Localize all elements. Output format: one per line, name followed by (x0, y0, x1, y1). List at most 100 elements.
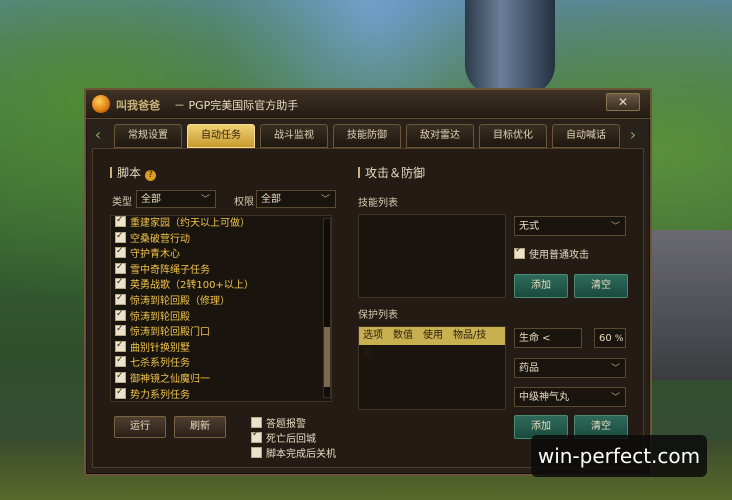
tab-combat-monitor[interactable]: 战斗监视 (260, 124, 328, 148)
skill-select[interactable]: 无式 ﹀ (514, 216, 626, 236)
checkbox[interactable] (115, 338, 126, 353)
list-item[interactable]: 惊涛到轮回殿 (111, 307, 331, 326)
chevron-down-icon: ﹀ (610, 222, 620, 232)
app-logo-icon (92, 95, 110, 113)
scrollbar-thumb[interactable] (324, 327, 330, 387)
checkbox[interactable] (115, 244, 126, 260)
tab-skill-defense[interactable]: 技能防御 (333, 124, 401, 148)
script-section-title: 脚本? (110, 164, 157, 181)
checkbox[interactable] (251, 417, 262, 428)
option-label: 答题报警 (266, 419, 306, 430)
use-normal-attack-option[interactable]: 使用普通攻击 (514, 245, 589, 261)
brand-name: 叫我爸爸 (116, 99, 160, 112)
checkbox[interactable] (115, 385, 126, 400)
chevron-down-icon: ﹀ (320, 195, 330, 205)
checkbox[interactable] (115, 291, 126, 307)
chevron-down-icon: ﹀ (200, 195, 210, 205)
type-select[interactable]: 全部 ﹀ (136, 190, 216, 208)
skill-list[interactable] (358, 214, 506, 298)
checkbox[interactable] (115, 307, 126, 322)
script-title-text: 脚本 (117, 166, 142, 180)
task-list[interactable]: 重建家园（约天以上可做） 空桑破营行动 守护青木心 雪中奇阵绳子任务 英勇战歌（… (110, 215, 332, 402)
task-label: 惊涛到轮回殿（修理） (130, 295, 230, 307)
item-select[interactable]: 中级神气丸 ﹀ (514, 387, 626, 407)
list-item[interactable]: 惊涛到轮回殿（修理） (111, 291, 331, 310)
attack-section-title: 攻击＆防御 (358, 164, 425, 181)
close-button[interactable]: ✕ (606, 93, 640, 111)
item-type-value: 药品 (519, 363, 539, 374)
item-select-value: 中级神气丸 (519, 392, 569, 403)
list-item[interactable]: 空桑破营行动 (111, 229, 331, 248)
list-item[interactable]: 守护青木心 (111, 244, 331, 263)
list-item[interactable]: 雪中奇阵绳子任务 (111, 260, 331, 279)
checkbox[interactable] (115, 275, 126, 291)
checkbox[interactable] (251, 447, 262, 458)
checkbox[interactable] (115, 260, 126, 275)
add-skill-button[interactable]: 添加 (514, 274, 568, 298)
list-item[interactable]: 七杀系列任务 (111, 353, 331, 372)
task-label: 曲别针换别墅 (130, 342, 190, 354)
task-label: 惊涛到轮回殿 (130, 311, 190, 323)
task-label: 守护青木心 (130, 249, 180, 261)
permission-select[interactable]: 全部 ﹀ (256, 190, 336, 208)
task-label: 七杀系列任务 (130, 358, 190, 370)
tab-bar: ‹ 常规设置 自动任务 战斗监视 技能防御 敌对雷达 目标优化 自动喊话 › (86, 124, 650, 148)
tab-scroll-right-icon[interactable]: › (627, 126, 639, 144)
task-label: 雪中奇阵绳子任务 (130, 264, 210, 276)
tab-scroll-left-icon[interactable]: ‹ (92, 126, 104, 144)
tab-target-optimize[interactable]: 目标优化 (479, 124, 547, 148)
task-list-scrollbar[interactable] (323, 218, 331, 398)
protect-list[interactable]: 选项 数值 使用 物品/技能 (358, 326, 506, 410)
tab-auto-task[interactable]: 自动任务 (187, 124, 255, 148)
option-return-after-death[interactable]: 死亡后回城 (251, 429, 316, 445)
refresh-button[interactable]: 刷新 (174, 416, 226, 438)
chevron-down-icon: ﹀ (610, 393, 620, 403)
checkbox[interactable] (115, 216, 126, 229)
checkbox[interactable] (115, 229, 126, 244)
type-label: 类型 (112, 197, 132, 208)
column-header: 数值 (393, 330, 413, 341)
task-label: 重建家园（约天以上可做） (130, 218, 250, 229)
column-header: 选项 (363, 330, 383, 341)
stat-value-input[interactable]: 60 % (594, 328, 626, 348)
window-title: － PGP完美国际官方助手 (174, 99, 299, 112)
task-label: 空桑破营行动 (130, 233, 190, 245)
option-label: 使用普通攻击 (529, 250, 589, 261)
task-label: 势力系列任务 (130, 389, 190, 401)
checkbox[interactable] (115, 353, 126, 369)
type-select-value: 全部 (141, 194, 161, 205)
list-item[interactable]: 御神镜之仙魔归一 (111, 369, 331, 388)
checkbox[interactable] (115, 369, 126, 385)
stat-select[interactable]: 生命 < (514, 328, 582, 348)
option-shutdown-after-script[interactable]: 脚本完成后关机 (251, 445, 336, 460)
checkbox[interactable] (115, 322, 126, 338)
title-bar[interactable]: 叫我爸爸 － PGP完美国际官方助手 ✕ (86, 90, 650, 119)
checkbox[interactable] (514, 245, 525, 259)
site-watermark: win-perfect.com (531, 435, 707, 477)
tab-auto-shout[interactable]: 自动喊话 (552, 124, 620, 148)
list-item[interactable]: 重建家园（约天以上可做） (111, 216, 331, 232)
chevron-down-icon: ﹀ (610, 364, 620, 374)
run-button[interactable]: 运行 (114, 416, 166, 438)
list-item[interactable]: 英勇战歌（2转100+以上） (111, 275, 331, 294)
help-icon[interactable]: ? (145, 170, 157, 181)
item-type-select[interactable]: 药品 ﹀ (514, 358, 626, 378)
list-item[interactable]: 惊涛到轮回殿门口 (111, 322, 331, 341)
protect-list-label: 保护列表 (358, 310, 398, 321)
permission-label: 权限 (234, 197, 254, 208)
list-item[interactable]: 势力系列任务 (111, 385, 331, 401)
tab-enemy-radar[interactable]: 敌对雷达 (406, 124, 474, 148)
tab-general-settings[interactable]: 常规设置 (114, 124, 182, 148)
protect-list-header: 选项 数值 使用 物品/技能 (359, 327, 505, 359)
option-answer-alarm[interactable]: 答题报警 (251, 415, 306, 430)
list-item[interactable]: 曲别针换别墅 (111, 338, 331, 357)
clear-skill-button[interactable]: 清空 (574, 274, 628, 298)
checkbox[interactable] (251, 429, 262, 443)
stat-select-value: 生命 < (519, 333, 551, 344)
permission-select-value: 全部 (261, 194, 281, 205)
option-label: 死亡后回城 (266, 434, 316, 445)
assistant-window: 叫我爸爸 － PGP完美国际官方助手 ✕ ‹ 常规设置 自动任务 战斗监视 技能… (84, 88, 652, 476)
stat-value: 60 (599, 333, 612, 344)
skill-select-value: 无式 (519, 221, 539, 232)
stat-unit: % (614, 334, 624, 344)
